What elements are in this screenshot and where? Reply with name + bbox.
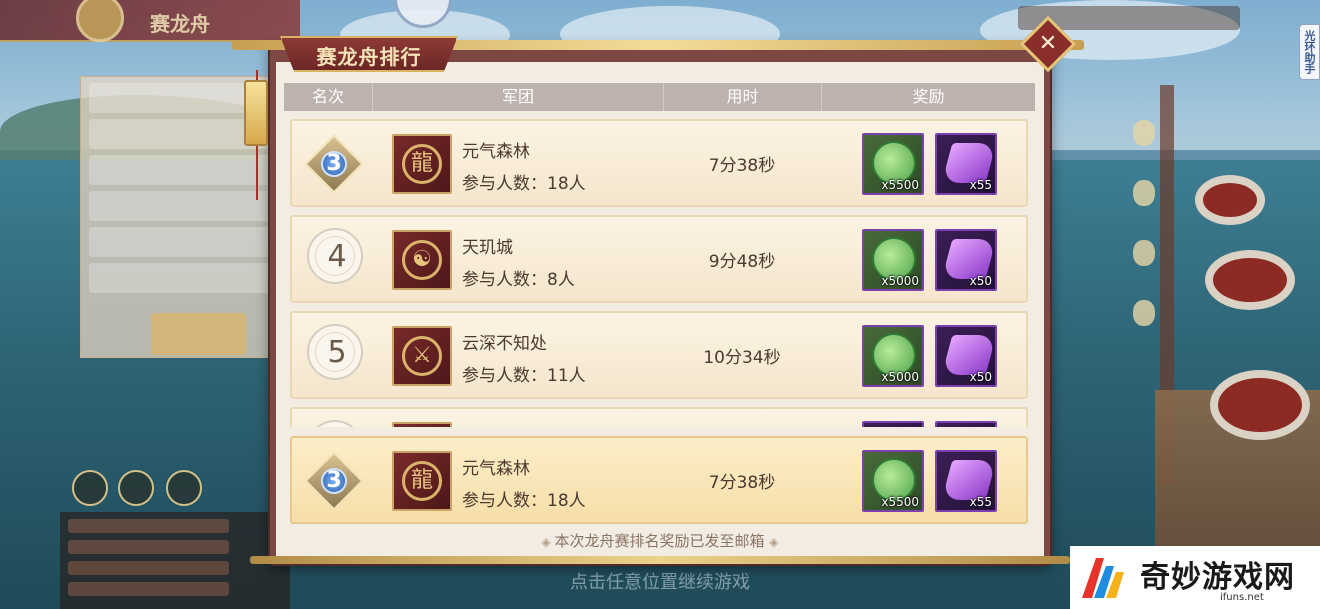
helper-tab[interactable]: 光环助手 (1299, 24, 1320, 80)
legion-members: 参与人数：8人 (462, 270, 575, 290)
jade-dragon-icon[interactable]: x5500 (862, 133, 924, 195)
reward-count: x50 (969, 370, 992, 384)
table-header: 名次 军团 用时 奖励 (284, 83, 1035, 111)
dialog-rail-bottom (250, 556, 1070, 564)
chat-line (68, 540, 229, 554)
legion-name: 元气森林 (462, 459, 530, 479)
reward-count: x55 (969, 495, 992, 509)
my-legion-row: 3 龍 元气森林 参与人数：18人 7分38秒 x5500 x55 (290, 436, 1028, 524)
header-reward: 奖励 (912, 87, 945, 106)
ranking-list[interactable]: 3 龍 元气森林 参与人数：18人 7分38秒 x5500 x55 4 ☯ 天玑… (284, 113, 1035, 427)
list-item (89, 155, 271, 185)
rank-circle-icon (307, 420, 363, 427)
character-icon (118, 470, 154, 506)
yin-yang-emblem-icon: ☯ (392, 230, 452, 290)
drum (1195, 175, 1265, 225)
table-row: 5 ⚔ 云深不知处 参与人数：11人 10分34秒 x5000 x50 (290, 311, 1028, 399)
dragon-emblem-icon: 龍 (392, 134, 452, 194)
site-logo-icon (1082, 558, 1124, 598)
legion-name: 天玑城 (462, 238, 513, 258)
close-icon[interactable]: ✕ (1028, 24, 1068, 64)
legion-emblem-icon (392, 422, 452, 427)
sword-emblem-icon: ⚔ (392, 326, 452, 386)
hanging-lantern (1133, 240, 1155, 266)
legion-members: 参与人数：18人 (462, 491, 586, 511)
rank-badge-icon: 3 (304, 134, 364, 194)
purple-silk-icon[interactable]: x55 (935, 450, 997, 512)
reward-item-icon[interactable] (862, 421, 924, 427)
table-row: 4 ☯ 天玑城 参与人数：8人 9分48秒 x5000 x50 (290, 215, 1028, 303)
legion-name: 元气森林 (462, 142, 530, 162)
footer-note-text: 本次龙舟赛排名奖励已发至邮箱 (554, 532, 765, 550)
purple-silk-icon[interactable]: x50 (935, 229, 997, 291)
table-row: 3 龍 元气森林 参与人数：18人 7分38秒 x5500 x55 (290, 119, 1028, 207)
rank-number: 3 (326, 151, 342, 176)
tassel-lantern-icon (244, 80, 268, 146)
reward-count: x50 (969, 274, 992, 288)
reward-count: x55 (969, 178, 992, 192)
hanging-lantern (1133, 300, 1155, 326)
race-time: 10分34秒 (703, 348, 781, 368)
reward-count: x5500 (881, 178, 919, 192)
header-legion: 军团 (373, 83, 664, 111)
watermark-text: 奇妙游戏网 (1140, 560, 1295, 595)
drum (1205, 250, 1295, 310)
dragon-emblem-icon: 龍 (392, 451, 452, 511)
footer-decoration: ◈ (541, 535, 555, 549)
dialog-title: 赛龙舟排行 (316, 45, 422, 69)
reward-count: x5000 (881, 370, 919, 384)
race-time: 7分38秒 (708, 473, 776, 493)
watermark-url: ifuns.net (1220, 592, 1264, 603)
footer-decoration: ◈ (769, 535, 779, 549)
jade-dragon-icon[interactable]: x5000 (862, 229, 924, 291)
jade-dragon-icon[interactable]: x5000 (862, 325, 924, 387)
list-item (89, 227, 271, 257)
hanging-lantern (1133, 180, 1155, 206)
race-time: 7分38秒 (708, 156, 776, 176)
chat-line (68, 519, 229, 533)
legion-members: 参与人数：11人 (462, 366, 586, 386)
purple-silk-icon[interactable]: x50 (935, 325, 997, 387)
background-view-button (151, 313, 246, 355)
rank-circle-icon: 4 (307, 228, 363, 284)
rank-badge-icon: 3 (304, 451, 364, 511)
event-title: 赛龙舟 (150, 12, 210, 36)
legion-name: 云深不知处 (462, 334, 547, 354)
purple-silk-icon[interactable]: x55 (935, 133, 997, 195)
header-rank: 名次 (284, 83, 373, 111)
reward-mail-note: ◈ 本次龙舟赛排名奖励已发至邮箱 ◈ (276, 530, 1044, 551)
reward-item-icon[interactable] (935, 421, 997, 427)
race-time: 9分48秒 (708, 252, 776, 272)
table-row: 3 龍 元气森林 参与人数：18人 7分38秒 x5500 x55 (290, 436, 1028, 524)
jade-dragon-icon[interactable]: x5500 (862, 450, 924, 512)
drum (1210, 370, 1310, 440)
legion-members: 参与人数：18人 (462, 174, 586, 194)
reward-count: x5000 (881, 274, 919, 288)
table-row (290, 407, 1028, 427)
list-item (89, 263, 271, 293)
rank-circle-icon: 5 (307, 324, 363, 380)
list-item (89, 191, 271, 221)
chat-bubble-icon (72, 470, 108, 506)
hanging-lantern (1133, 120, 1155, 146)
reward-count: x5500 (881, 495, 919, 509)
watermark: 奇妙游戏网 ifuns.net (1070, 546, 1320, 609)
rank-number: 4 (327, 239, 347, 274)
character-icon (166, 470, 202, 506)
rank-number: 5 (327, 335, 347, 370)
rank-number: 3 (326, 468, 342, 493)
header-time: 用时 (664, 83, 822, 111)
